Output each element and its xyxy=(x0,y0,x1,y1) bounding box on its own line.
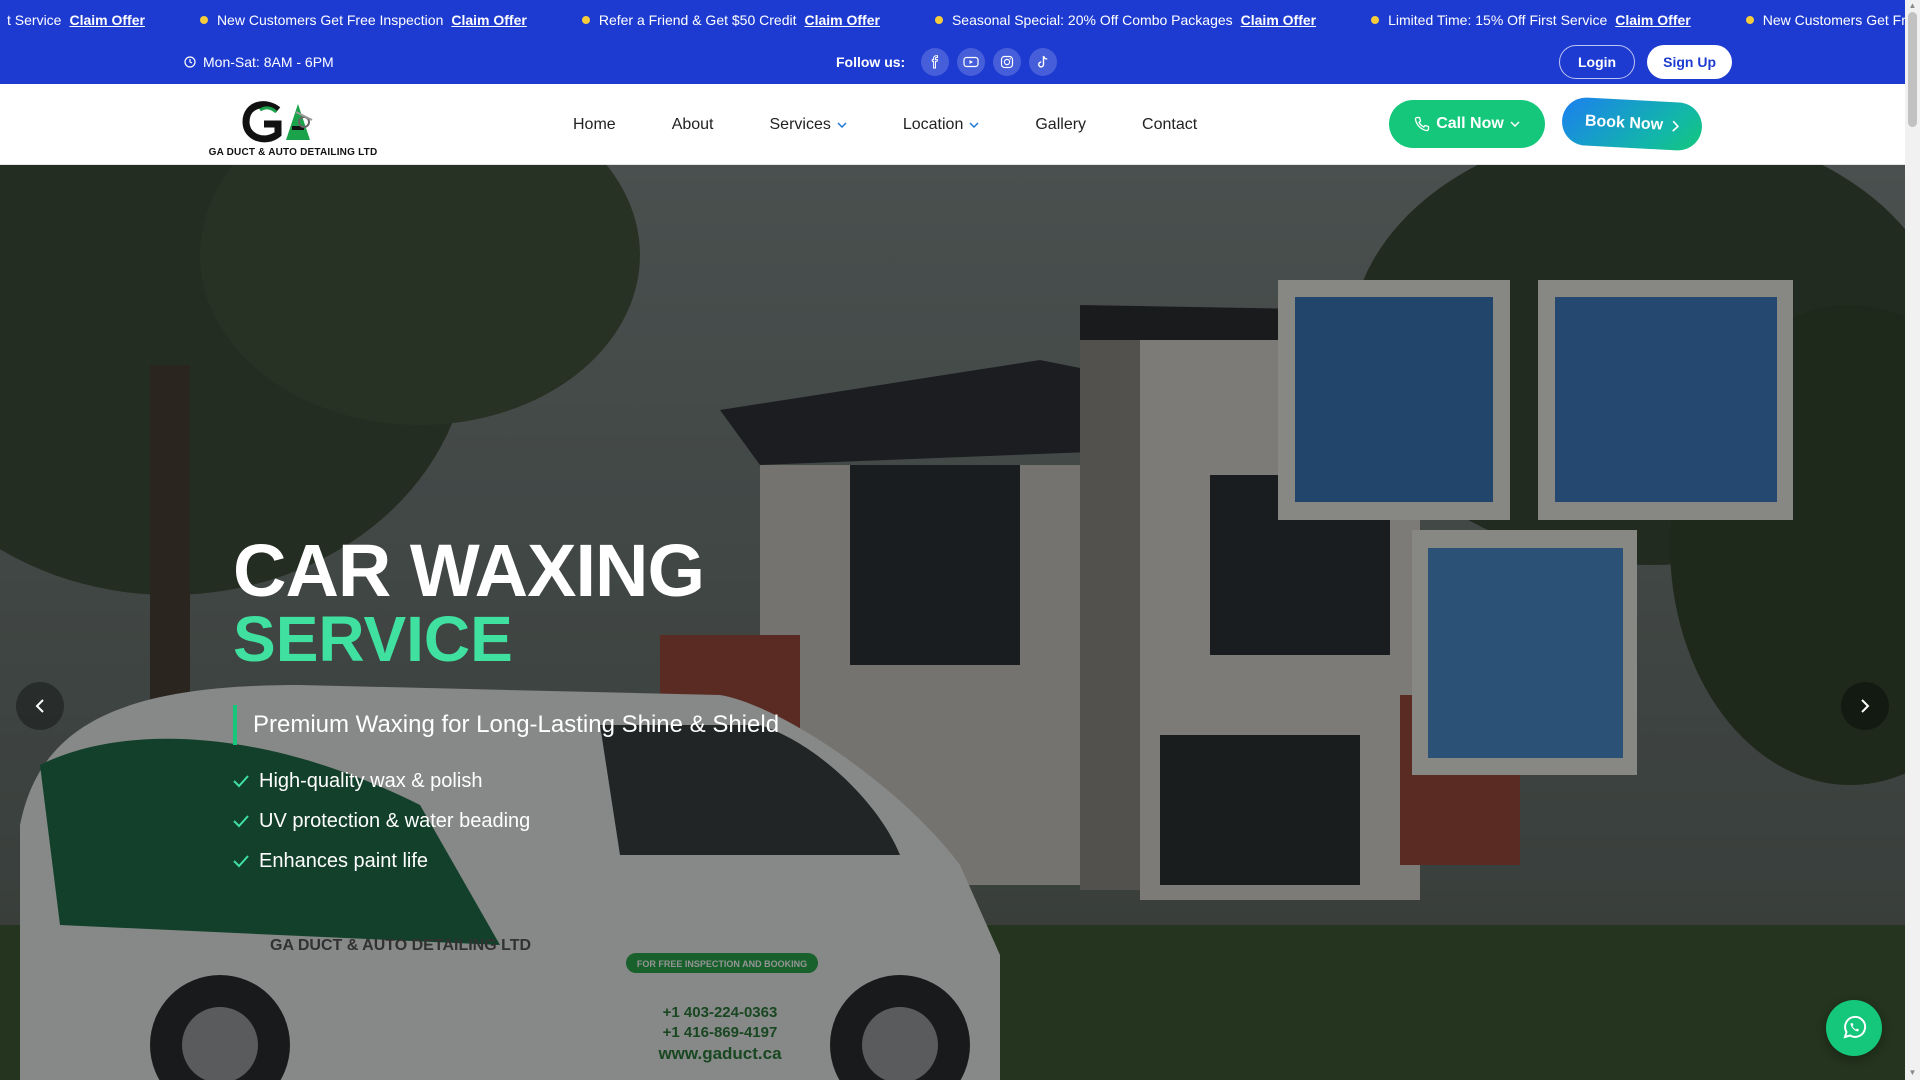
checkmark-icon xyxy=(233,855,249,868)
nav-menu: Home About Services Location Gallery Con… xyxy=(573,84,1253,165)
ticker-item-text: Limited Time: 15% Off First Service xyxy=(1388,12,1608,28)
claim-offer-link[interactable]: Claim Offer xyxy=(451,12,526,28)
scroll-down-arrow-icon[interactable]: ▼ xyxy=(1908,1068,1917,1078)
claim-offer-link[interactable]: Claim Offer xyxy=(1241,12,1316,28)
hero-feature-list: High-quality wax & polish UV protection … xyxy=(233,761,779,881)
phone-icon xyxy=(1415,116,1430,132)
chevron-right-icon xyxy=(1861,699,1870,713)
instagram-icon[interactable] xyxy=(993,48,1022,76)
sign-up-button[interactable]: Sign Up xyxy=(1647,45,1732,79)
claim-offer-link[interactable]: Claim Offer xyxy=(1615,12,1690,28)
business-hours: Mon-Sat: 8AM - 6PM xyxy=(184,40,334,84)
bullet-dot-icon xyxy=(934,16,943,24)
ticker-item-text: Seasonal Special: 20% Off Combo Packages xyxy=(951,12,1233,28)
list-item: UV protection & water beading xyxy=(233,801,779,841)
nav-item-location[interactable]: Location xyxy=(903,116,980,134)
hero-title-line2: SERVICE xyxy=(233,603,513,675)
nav-item-services[interactable]: Services xyxy=(770,116,847,134)
call-now-button[interactable]: Call Now xyxy=(1389,100,1545,148)
hero-subtitle: Premium Waxing for Long-Lasting Shine & … xyxy=(233,705,779,745)
chevron-down-icon xyxy=(1510,121,1520,127)
nav-item-label: Contact xyxy=(1142,115,1198,133)
scrollbar-thumb[interactable] xyxy=(1908,12,1917,127)
ticker-item-text: New Customers Get Free Inspection xyxy=(216,12,444,28)
nav-item-label: Home xyxy=(573,115,616,133)
chevron-left-icon xyxy=(35,699,44,713)
call-now-label: Call Now xyxy=(1436,115,1504,132)
chevron-down-icon xyxy=(837,121,847,128)
hero-content: CAR WAXING SERVICE Premium Waxing for Lo… xyxy=(233,529,779,881)
ticker-item-text: Refer a Friend & Get $50 Credit xyxy=(598,12,797,28)
ticker-item: Seasonal Special: 20% Off Combo Packages… xyxy=(934,12,1316,28)
bullet-dot-icon xyxy=(1371,16,1380,24)
bullet-dot-icon xyxy=(1745,16,1754,24)
tiktok-icon[interactable] xyxy=(1029,48,1058,76)
carousel-next-button[interactable] xyxy=(1841,682,1889,730)
company-logo[interactable]: GA DUCT & AUTO DETAILING LTD xyxy=(200,98,386,160)
facebook-icon[interactable] xyxy=(921,48,950,76)
ticker-item: Refer a Friend & Get $50 Credit Claim Of… xyxy=(581,12,880,28)
ticker-item: Limited Time: 15% Off First Service Clai… xyxy=(1371,12,1691,28)
bullet-dot-icon xyxy=(581,16,590,24)
feature-text: UV protection & water beading xyxy=(259,809,531,832)
top-info-bar: Mon-Sat: 8AM - 6PM Follow us: Login Sign… xyxy=(0,40,1905,84)
login-button[interactable]: Login xyxy=(1559,45,1636,79)
nav-item-label: Location xyxy=(902,115,964,133)
nav-item-label: Services xyxy=(769,115,831,133)
business-hours-text: Mon-Sat: 8AM - 6PM xyxy=(203,54,334,70)
hero-banner: GA DUCT & AUTO DETAILING LTD FOR FREE IN… xyxy=(0,165,1905,1080)
claim-offer-link[interactable]: Claim Offer xyxy=(69,12,144,28)
youtube-icon[interactable] xyxy=(957,48,986,76)
ticker-item: t Service Claim Offer xyxy=(7,12,145,28)
social-links: Follow us: xyxy=(836,40,1065,84)
ticker-item: New Customers Get Free Ins xyxy=(1745,12,1905,28)
list-item: High-quality wax & polish xyxy=(233,761,779,801)
bullet-dot-icon xyxy=(199,16,208,24)
checkmark-icon xyxy=(233,815,249,828)
nav-item-about[interactable]: About xyxy=(672,116,714,134)
nav-item-label: About xyxy=(671,115,714,133)
page-scrollbar[interactable]: ▲ ▼ xyxy=(1905,0,1920,1080)
nav-item-home[interactable]: Home xyxy=(573,116,616,134)
clock-icon xyxy=(184,56,196,68)
book-now-button[interactable]: Book Now xyxy=(1560,96,1704,152)
list-item: Enhances paint life xyxy=(233,841,779,881)
checkmark-icon xyxy=(233,775,249,788)
follow-us-label: Follow us: xyxy=(836,54,906,70)
feature-text: Enhances paint life xyxy=(259,849,429,872)
chevron-right-icon xyxy=(1672,120,1680,132)
logo-caption: GA DUCT & AUTO DETAILING LTD xyxy=(208,147,378,158)
ticker-item: New Customers Get Free Inspection Claim … xyxy=(199,12,527,28)
announcement-ticker: t Service Claim Offer New Customers Get … xyxy=(0,0,1905,40)
ticker-item-text: t Service xyxy=(7,12,62,28)
ticker-item-text: New Customers Get Free Ins xyxy=(1762,12,1905,28)
hero-title-line1: CAR WAXING xyxy=(233,529,705,612)
nav-item-gallery[interactable]: Gallery xyxy=(1035,116,1086,134)
claim-offer-link[interactable]: Claim Offer xyxy=(804,12,879,28)
main-navigation: GA DUCT & AUTO DETAILING LTD Home About … xyxy=(0,84,1905,165)
chevron-down-icon xyxy=(969,121,979,128)
nav-item-label: Gallery xyxy=(1035,115,1087,133)
auth-buttons: Login Sign Up xyxy=(1559,45,1732,79)
carousel-prev-button[interactable] xyxy=(16,682,64,730)
whatsapp-chat-button[interactable] xyxy=(1826,1000,1882,1056)
ticker-track: t Service Claim Offer New Customers Get … xyxy=(0,0,1905,40)
nav-item-contact[interactable]: Contact xyxy=(1142,116,1197,134)
whatsapp-icon xyxy=(1843,1015,1867,1039)
book-now-label: Book Now xyxy=(1584,112,1664,134)
feature-text: High-quality wax & polish xyxy=(259,769,483,792)
scroll-up-arrow-icon[interactable]: ▲ xyxy=(1908,1,1917,11)
logo-mark-icon xyxy=(242,101,313,143)
